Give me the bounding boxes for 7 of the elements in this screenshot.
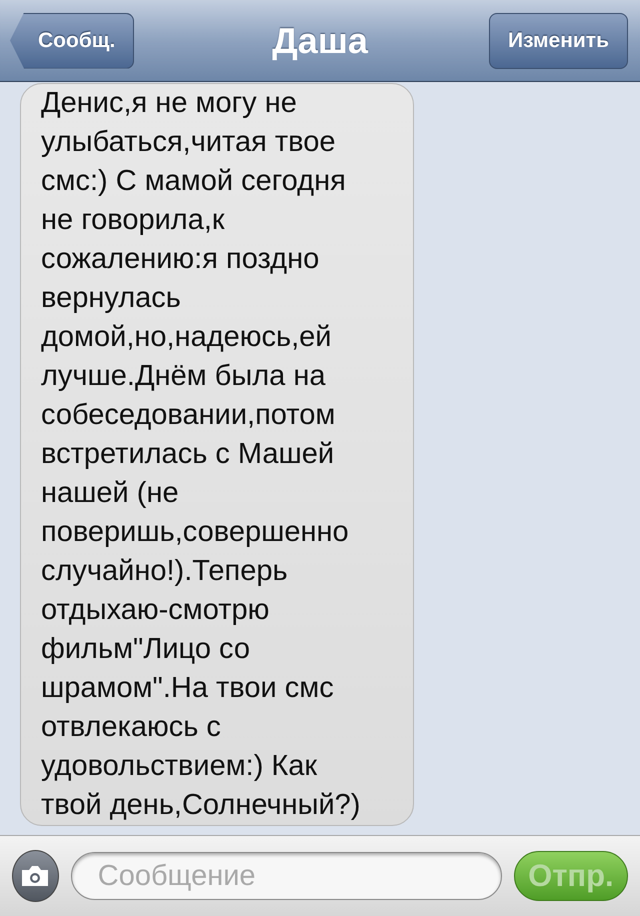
message-input[interactable]: Сообщение [70, 852, 502, 900]
edit-button[interactable]: Изменить [488, 12, 628, 68]
message-bubble: Денис,я не могу не улыбаться,читая твое смс:) С мамой сегодня не говорила,к сожалению:я поздно вернулась домой,но,надеюсь,ей лучше.Днём была на собеседовании,потом встретилась с Машей нашей (не поверишь,совершенно случайно!).Теперь отдыхаю-смотрю фильм"Лицо со шрамом".На твои смс отвлекаюсь с удовольствием:) Как твой день,Солнечный?) [20, 83, 414, 826]
camera-icon [20, 864, 50, 888]
chat-title: Даша [272, 20, 368, 62]
back-button[interactable]: Сообщ. [10, 12, 134, 68]
camera-button[interactable] [12, 850, 59, 902]
